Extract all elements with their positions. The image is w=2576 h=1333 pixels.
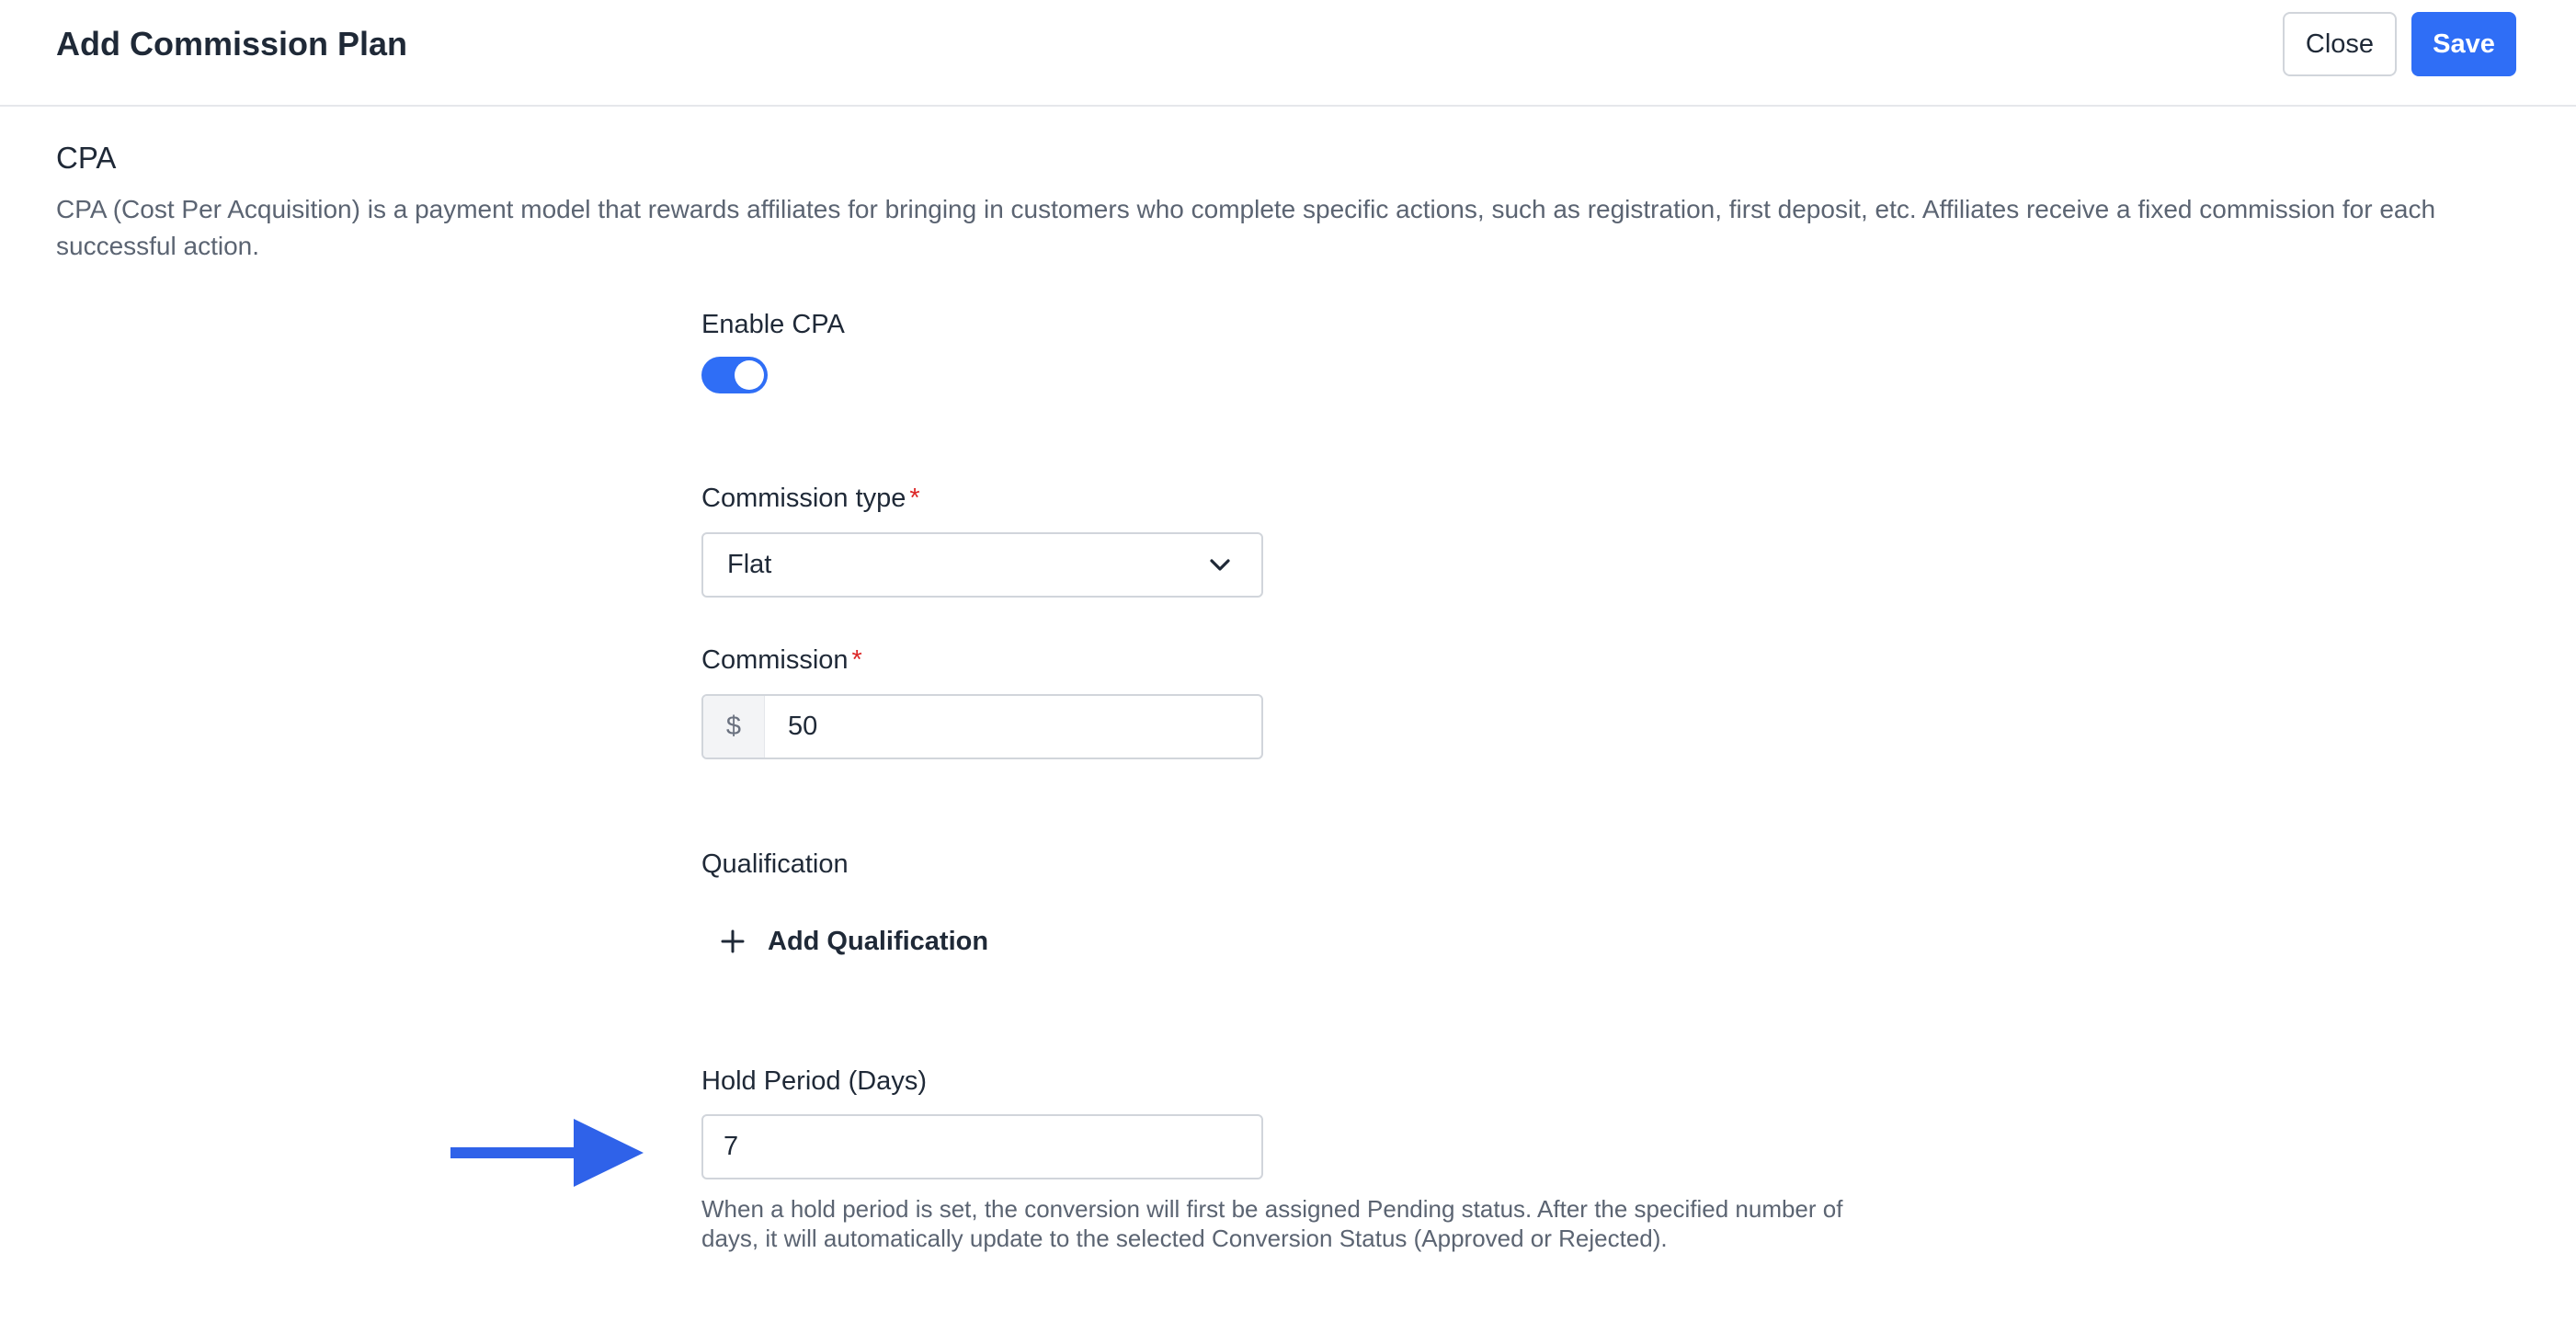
commission-label-text: Commission	[701, 645, 849, 675]
enable-cpa-toggle[interactable]	[701, 357, 768, 393]
commission-type-label-text: Commission type	[701, 484, 906, 513]
chevron-down-icon	[1210, 559, 1230, 571]
commission-type-select[interactable]: Flat	[701, 532, 1263, 598]
add-commission-plan-page: Add Commission Plan Close Save CPA CPA (…	[0, 0, 2576, 1333]
commission-type-value: Flat	[727, 550, 772, 579]
plus-icon	[721, 929, 745, 953]
hold-period-label: Hold Period (Days)	[701, 1066, 927, 1096]
page-title: Add Commission Plan	[56, 25, 408, 63]
required-mark: *	[851, 645, 862, 675]
hold-period-hint: When a hold period is set, the conversio…	[701, 1195, 1843, 1252]
required-mark: *	[909, 484, 920, 513]
commission-input[interactable]	[764, 696, 1261, 758]
add-qualification-label: Add Qualification	[768, 927, 989, 956]
commission-label: Commission *	[701, 644, 862, 677]
commission-field: $	[701, 694, 1263, 759]
hold-period-input[interactable]	[701, 1114, 1263, 1179]
currency-prefix: $	[703, 696, 765, 758]
qualification-label: Qualification	[701, 849, 849, 879]
section-description: CPA (Cost Per Acquisition) is a payment …	[56, 195, 2436, 260]
commission-type-label: Commission type *	[701, 482, 920, 515]
close-button[interactable]: Close	[2283, 12, 2397, 76]
save-button[interactable]: Save	[2411, 12, 2516, 76]
header-bar: Add Commission Plan Close Save	[0, 0, 2576, 107]
arrow-right-icon	[450, 1119, 644, 1187]
toggle-knob	[735, 360, 764, 390]
section-title: CPA	[56, 141, 117, 175]
enable-cpa-label: Enable CPA	[701, 310, 845, 339]
